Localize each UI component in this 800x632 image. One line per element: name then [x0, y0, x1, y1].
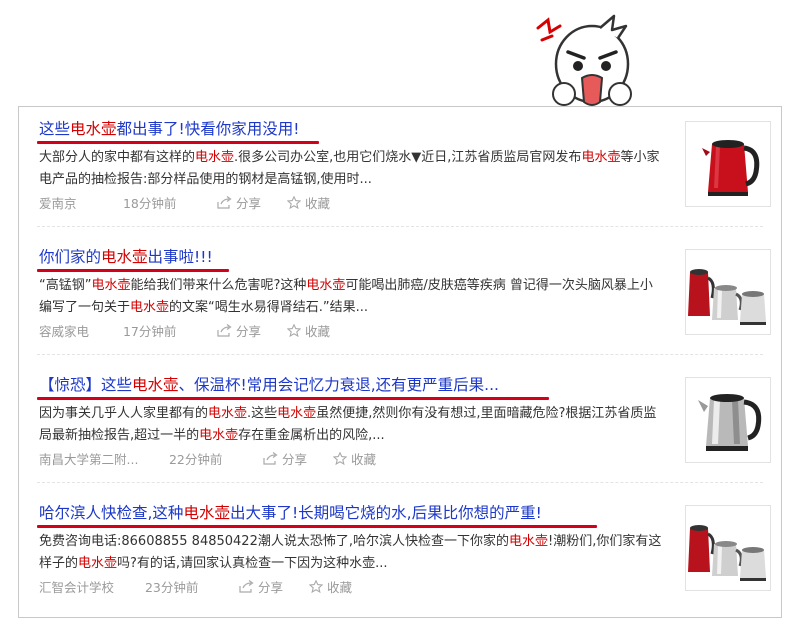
publish-time: 17分钟前	[122, 324, 177, 339]
source-name[interactable]: 汇智会计学校	[39, 577, 139, 596]
angry-mascot-icon	[536, 14, 632, 106]
snippet-keyword: 电水壶	[508, 534, 548, 549]
publish-time: 23分钟前	[144, 580, 199, 595]
kettle-group-image	[686, 506, 770, 590]
share-label: 分享	[235, 196, 261, 211]
favorite-label: 收藏	[304, 324, 330, 339]
share-icon	[239, 580, 254, 593]
news-result-item[interactable]: 【惊恐】这些电水壶、保温杯!常用会记忆力衰退,还有更严重后果... 因为事关几乎…	[19, 363, 781, 483]
result-title-link[interactable]: 【惊恐】这些电水壶、保温杯!常用会记忆力衰退,还有更严重后果...	[39, 373, 499, 395]
steel-kettle-image	[686, 378, 770, 462]
title-text: 出事啦!!!	[147, 248, 213, 266]
title-text: 你们家的	[39, 248, 102, 266]
star-icon	[308, 580, 323, 593]
result-thumbnail[interactable]	[685, 505, 771, 591]
title-underline	[37, 397, 549, 400]
item-divider	[37, 354, 763, 355]
snippet-text: 吗?有的话,请回家认真检查一下因为这种水壶...	[117, 556, 388, 571]
title-text: 【惊恐】这些	[39, 376, 133, 394]
result-thumbnail[interactable]	[685, 377, 771, 463]
kettle-group-image	[686, 250, 770, 334]
result-snippet: “高锰钢”电水壶能给我们带来什么危害呢?这种电水壶可能喝出肺癌/皮肤癌等疾病 曾…	[39, 275, 665, 319]
favorite-button[interactable]: 收藏	[308, 577, 352, 596]
result-title-link[interactable]: 这些电水壶都出事了!快看你家用没用!	[39, 117, 299, 139]
item-divider	[37, 226, 763, 227]
snippet-keyword: 电水壶	[91, 278, 131, 293]
snippet-keyword: 电水壶	[277, 406, 317, 421]
red-kettle-image	[686, 122, 770, 206]
share-label: 分享	[281, 452, 307, 467]
snippet-keyword: 电水壶	[208, 406, 248, 421]
snippet-text: .很多公司办公室,也用它们烧水▼近日,江苏省质监局官网发布	[234, 150, 582, 165]
news-result-item[interactable]: 这些电水壶都出事了!快看你家用没用! 大部分人的家中都有这样的电水壶.很多公司办…	[19, 107, 781, 227]
title-underline	[37, 525, 597, 528]
snippet-text: 的文案“喝生水易得肾结石.”结果...	[169, 300, 369, 315]
snippet-text: 免费咨询电话:86608855 84850422潮人说太恐怖了,哈尔滨人快检查一…	[39, 534, 509, 549]
favorite-button[interactable]: 收藏	[332, 449, 376, 468]
snippet-keyword: 电水壶	[199, 428, 239, 443]
share-label: 分享	[235, 324, 261, 339]
source-name[interactable]: 容威家电	[39, 321, 117, 340]
source-name[interactable]: 爱南京	[39, 193, 117, 212]
result-title-link[interactable]: 哈尔滨人快检查,这种电水壶出大事了!长期喝它烧的水,后果比你想的严重!	[39, 501, 542, 523]
result-meta: 爱南京 18分钟前 分享 收藏	[39, 193, 352, 212]
share-button[interactable]: 分享	[217, 321, 261, 340]
title-underline	[37, 269, 229, 272]
title-keyword: 电水壶	[101, 248, 148, 266]
favorite-label: 收藏	[326, 580, 352, 595]
favorite-button[interactable]: 收藏	[286, 193, 330, 212]
snippet-text: 能给我们带来什么危害呢?这种	[130, 278, 307, 293]
share-icon	[217, 324, 232, 337]
publish-time: 18分钟前	[122, 196, 177, 211]
share-label: 分享	[257, 580, 283, 595]
title-keyword: 电水壶	[183, 504, 230, 522]
snippet-keyword: 电水壶	[78, 556, 118, 571]
item-divider	[37, 482, 763, 483]
news-result-item[interactable]: 哈尔滨人快检查,这种电水壶出大事了!长期喝它烧的水,后果比你想的严重! 免费咨询…	[19, 491, 781, 611]
result-snippet: 免费咨询电话:86608855 84850422潮人说太恐怖了,哈尔滨人快检查一…	[39, 531, 665, 575]
result-snippet: 大部分人的家中都有这样的电水壶.很多公司办公室,也用它们烧水▼近日,江苏省质监局…	[39, 147, 665, 191]
snippet-text: .这些	[247, 406, 278, 421]
news-result-item[interactable]: 你们家的电水壶出事啦!!! “高锰钢”电水壶能给我们带来什么危害呢?这种电水壶可…	[19, 235, 781, 355]
star-icon	[332, 452, 347, 465]
star-icon	[286, 324, 301, 337]
title-text: 哈尔滨人快检查,这种	[39, 504, 184, 522]
result-meta: 容威家电 17分钟前 分享 收藏	[39, 321, 352, 340]
publish-time: 22分钟前	[168, 452, 223, 467]
favorite-button[interactable]: 收藏	[286, 321, 330, 340]
title-underline	[37, 141, 319, 144]
result-thumbnail[interactable]	[685, 121, 771, 207]
result-snippet: 因为事关几乎人人家里都有的电水壶.这些电水壶虽然便捷,然则你有没有想过,里面暗藏…	[39, 403, 665, 447]
news-results-list: 这些电水壶都出事了!快看你家用没用! 大部分人的家中都有这样的电水壶.很多公司办…	[18, 106, 782, 618]
snippet-keyword: 电水壶	[581, 150, 621, 165]
title-keyword: 电水壶	[70, 120, 117, 138]
title-text: 、保温杯!常用会记忆力衰退,还有更严重后果...	[178, 376, 499, 394]
share-button[interactable]: 分享	[239, 577, 283, 596]
star-icon	[286, 196, 301, 209]
result-meta: 南昌大学第二附... 22分钟前 分享 收藏	[39, 449, 398, 468]
snippet-text: 因为事关几乎人人家里都有的	[39, 406, 209, 421]
title-text: 都出事了!快看你家用没用!	[116, 120, 300, 138]
title-text: 出大事了!长期喝它烧的水,后果比你想的严重!	[229, 504, 542, 522]
share-icon	[217, 196, 232, 209]
title-keyword: 电水壶	[132, 376, 179, 394]
share-icon	[263, 452, 278, 465]
snippet-keyword: 电水壶	[306, 278, 346, 293]
result-thumbnail[interactable]	[685, 249, 771, 335]
share-button[interactable]: 分享	[263, 449, 307, 468]
snippet-keyword: 电水壶	[130, 300, 170, 315]
snippet-keyword: 电水壶	[195, 150, 235, 165]
favorite-label: 收藏	[304, 196, 330, 211]
share-button[interactable]: 分享	[217, 193, 261, 212]
favorite-label: 收藏	[350, 452, 376, 467]
snippet-text: “高锰钢”	[39, 278, 92, 293]
snippet-text: 存在重金属析出的风险,...	[238, 428, 385, 443]
source-name[interactable]: 南昌大学第二附...	[39, 449, 163, 468]
snippet-text: 大部分人的家中都有这样的	[39, 150, 196, 165]
result-meta: 汇智会计学校 23分钟前 分享 收藏	[39, 577, 374, 596]
title-text: 这些	[39, 120, 71, 138]
result-title-link[interactable]: 你们家的电水壶出事啦!!!	[39, 245, 213, 267]
